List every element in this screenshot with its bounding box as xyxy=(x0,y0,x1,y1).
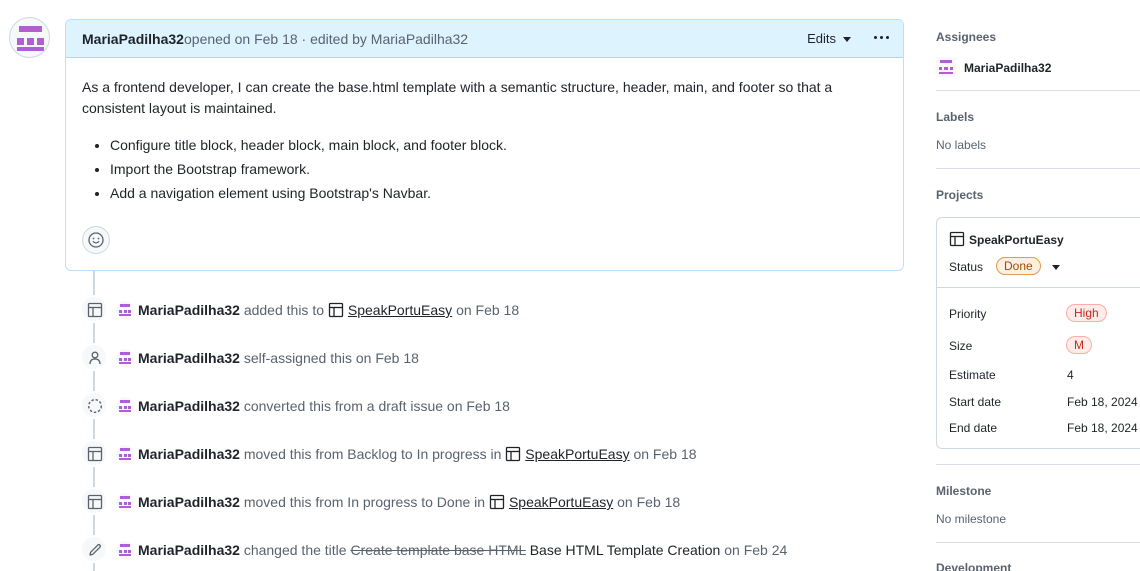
list-item: Configure title block, header block, mai… xyxy=(110,135,882,156)
table-icon xyxy=(489,494,505,510)
avatar[interactable] xyxy=(116,349,134,367)
event-date: on Feb 24 xyxy=(724,542,788,558)
priority-label: Priority xyxy=(949,307,987,321)
actor-link[interactable]: MariaPadilha32 xyxy=(138,494,240,510)
project-link[interactable]: SpeakPortuEasy xyxy=(348,302,452,318)
old-title: Create template base HTML xyxy=(350,542,526,558)
edits-dropdown-button[interactable]: Edits xyxy=(807,31,851,46)
actor-link[interactable]: MariaPadilha32 xyxy=(138,446,240,462)
avatar[interactable] xyxy=(116,397,134,415)
assignee-link[interactable]: MariaPadilha32 xyxy=(964,61,1051,75)
development-heading[interactable]: Development xyxy=(936,561,1011,571)
end-date-value[interactable]: Feb 18, 2024 xyxy=(1067,421,1138,435)
avatar[interactable] xyxy=(116,445,134,463)
event-text: changed the title xyxy=(243,542,347,558)
start-date-label: Start date xyxy=(949,395,1002,409)
event-date: on Feb 18 xyxy=(617,494,681,510)
actor-link[interactable]: MariaPadilha32 xyxy=(138,398,240,414)
table-icon xyxy=(80,295,108,323)
estimate-value[interactable]: 4 xyxy=(1067,368,1074,382)
project-card: SpeakPortuEasy Status Done Priority High… xyxy=(936,217,1140,449)
event-text: moved this from Backlog to In progress i… xyxy=(243,446,502,462)
kebab-icon xyxy=(874,36,877,39)
event-text: moved this from In progress to Done in xyxy=(243,494,486,510)
actor-link[interactable]: MariaPadilha32 xyxy=(138,542,240,558)
comment-bullet-list: Configure title block, header block, mai… xyxy=(82,135,882,204)
start-date-value[interactable]: Feb 18, 2024 xyxy=(1067,395,1138,409)
table-icon xyxy=(328,302,344,318)
new-title: Base HTML Template Creation xyxy=(529,542,721,558)
divider xyxy=(936,90,1140,91)
list-item: Add a navigation element using Bootstrap… xyxy=(110,183,882,204)
issue-sidebar: Assignees MariaPadilha32 Labels No label… xyxy=(936,0,1140,571)
smiley-icon xyxy=(88,232,104,248)
comment-meta: opened on Feb 18 · edited by MariaPadilh… xyxy=(184,31,469,47)
pencil-icon xyxy=(80,535,108,563)
divider xyxy=(936,542,1140,543)
project-name-link[interactable]: SpeakPortuEasy xyxy=(969,233,1064,247)
avatar[interactable] xyxy=(116,541,134,559)
event-text: added this to xyxy=(243,302,324,318)
table-icon xyxy=(80,487,108,515)
timeline-event: MariaPadilha32 converted this from a dra… xyxy=(80,391,900,421)
priority-badge[interactable]: High xyxy=(1066,304,1107,322)
draft-circle-icon xyxy=(80,391,108,419)
list-item: Import the Bootstrap framework. xyxy=(110,159,882,180)
actor-link[interactable]: MariaPadilha32 xyxy=(138,302,240,318)
more-options-button[interactable] xyxy=(871,27,893,47)
timeline-event: MariaPadilha32 moved this from In progre… xyxy=(80,487,900,517)
avatar[interactable] xyxy=(116,301,134,319)
project-link[interactable]: SpeakPortuEasy xyxy=(525,446,629,462)
milestone-heading[interactable]: Milestone xyxy=(936,484,991,498)
timeline-event: MariaPadilha32 self-assigned this on Feb… xyxy=(80,343,900,373)
projects-heading[interactable]: Projects xyxy=(936,188,983,202)
labels-heading[interactable]: Labels xyxy=(936,110,974,124)
project-link[interactable]: SpeakPortuEasy xyxy=(509,494,613,510)
labels-value: No labels xyxy=(936,138,987,152)
timeline-event: MariaPadilha32 changed the title Create … xyxy=(80,535,900,565)
status-label: Status xyxy=(949,260,984,274)
comment-paragraph: As a frontend developer, I can create th… xyxy=(82,79,833,116)
author-avatar[interactable] xyxy=(9,17,50,58)
actor-link[interactable]: MariaPadilha32 xyxy=(138,350,240,366)
event-text: converted this from a draft issue on Feb… xyxy=(243,398,510,414)
chevron-down-icon[interactable] xyxy=(1052,265,1060,270)
person-icon xyxy=(80,343,108,371)
estimate-label: Estimate xyxy=(949,368,996,382)
assignees-heading[interactable]: Assignees xyxy=(936,30,996,44)
avatar[interactable] xyxy=(116,493,134,511)
end-date-label: End date xyxy=(949,421,998,435)
add-reaction-button[interactable] xyxy=(82,226,110,254)
milestone-value: No milestone xyxy=(936,512,1007,526)
comment-header: MariaPadilha32 opened on Feb 18 · edited… xyxy=(66,20,903,58)
size-label: Size xyxy=(949,339,973,353)
divider xyxy=(936,464,1140,465)
comment-body: As a frontend developer, I can create th… xyxy=(82,77,882,207)
edits-label: Edits xyxy=(807,31,836,46)
status-badge[interactable]: Done xyxy=(996,257,1041,275)
table-icon xyxy=(949,231,965,247)
event-text: self-assigned this on Feb 18 xyxy=(243,350,419,366)
timeline-event: MariaPadilha32 moved this from Backlog t… xyxy=(80,439,900,469)
chevron-down-icon xyxy=(843,37,851,43)
comment-author-link[interactable]: MariaPadilha32 xyxy=(82,31,184,47)
divider xyxy=(936,168,1140,169)
table-icon xyxy=(506,446,521,462)
issue-comment: MariaPadilha32 opened on Feb 18 · edited… xyxy=(65,19,904,271)
event-date: on Feb 18 xyxy=(456,302,520,318)
event-date: on Feb 18 xyxy=(633,446,697,462)
size-badge[interactable]: M xyxy=(1066,336,1092,354)
timeline-event: MariaPadilha32 added this to SpeakPortuE… xyxy=(80,295,900,325)
table-icon xyxy=(80,439,108,467)
avatar[interactable] xyxy=(936,57,956,77)
